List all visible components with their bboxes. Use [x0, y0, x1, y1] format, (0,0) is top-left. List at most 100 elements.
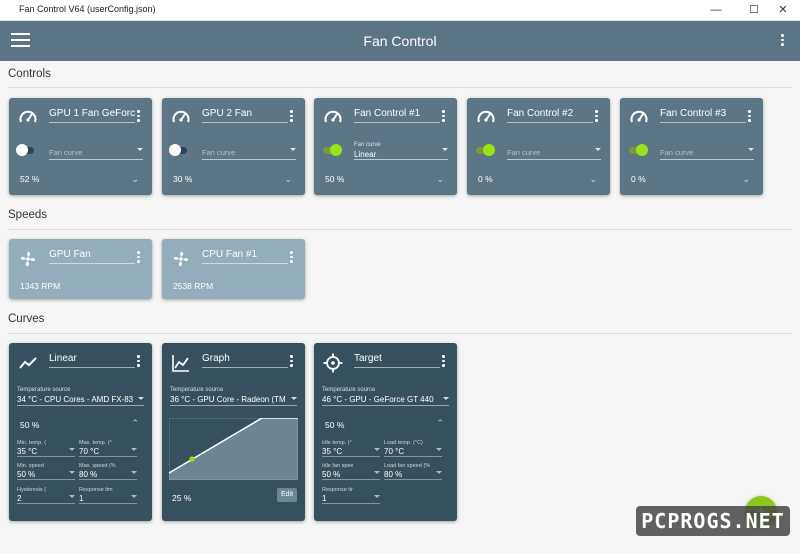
more-options-icon[interactable]: [290, 110, 293, 124]
enable-toggle[interactable]: [16, 144, 34, 156]
field-label: Response tir: [322, 487, 353, 493]
control-name[interactable]: Fan Control #3: [660, 108, 746, 123]
section-title-controls: Controls: [8, 68, 51, 80]
enable-toggle[interactable]: [169, 144, 187, 156]
curve-name[interactable]: Target: [354, 353, 440, 368]
max-speed-field[interactable]: Max. speed (% 80 %: [79, 463, 137, 480]
more-options-icon[interactable]: [748, 110, 751, 124]
control-name[interactable]: Fan Control #1: [354, 108, 440, 123]
more-options-icon[interactable]: [781, 34, 785, 48]
curve-name[interactable]: Graph: [202, 353, 288, 368]
more-options-icon[interactable]: [442, 355, 445, 369]
temperature-source-select[interactable]: Temperature source 34 °C - CPU Cores - A…: [17, 386, 144, 406]
enable-toggle[interactable]: [323, 144, 342, 156]
enable-toggle[interactable]: [476, 144, 495, 156]
hysteresis-field[interactable]: Hysteresis ( 2: [17, 487, 75, 504]
dropdown-caret-icon: [69, 495, 75, 498]
temperature-source-select[interactable]: Temperature source 36 °C - GPU Core - Ra…: [170, 386, 297, 406]
temperature-source-select[interactable]: Temperature source 46 °C - GPU - GeForce…: [322, 386, 449, 406]
chevron-down-icon[interactable]: ⌄: [742, 174, 750, 185]
control-card-gpu2[interactable]: GPU 2 Fan Fan curve 30 % ⌄: [162, 98, 305, 195]
fan-curve-select[interactable]: Fan curve: [660, 141, 754, 160]
curve-card-graph[interactable]: Graph Temperature source 36 °C - GPU Cor…: [162, 343, 305, 521]
control-percent: 0 %: [478, 174, 493, 184]
dropdown-caret-icon: [131, 495, 137, 498]
idle-speed-field[interactable]: Idle fan spee 50 %: [322, 463, 380, 480]
dropdown-caret-icon: [131, 448, 137, 451]
more-options-icon[interactable]: [137, 110, 140, 124]
fan-curve-graph[interactable]: [169, 418, 298, 480]
more-options-icon[interactable]: [290, 355, 293, 369]
control-card-fc1[interactable]: Fan Control #1 Fan curve Linear 50 % ⌄: [314, 98, 457, 195]
more-options-icon[interactable]: [442, 110, 445, 124]
field-label: Min. speed: [17, 463, 44, 469]
chevron-down-icon[interactable]: ⌄: [589, 174, 597, 185]
field-label: Idle temp. (°: [322, 440, 352, 446]
min-speed-field[interactable]: Min. speed 50 %: [17, 463, 75, 480]
current-point[interactable]: [189, 456, 195, 462]
curve-card-linear[interactable]: Linear Temperature source 34 °C - CPU Co…: [9, 343, 152, 521]
chevron-down-icon[interactable]: ⌄: [436, 174, 444, 185]
rpm-value: 2538 RPM: [173, 281, 214, 291]
fan-curve-select[interactable]: Fan curve: [202, 141, 296, 160]
speed-name[interactable]: CPU Fan #1: [202, 249, 288, 264]
chevron-up-icon[interactable]: ⌃: [131, 418, 139, 429]
dropdown-caret-icon: [436, 448, 442, 451]
control-name[interactable]: Fan Control #2: [507, 108, 593, 123]
field-value: 50 %: [17, 470, 36, 479]
field-value: 80 %: [384, 470, 403, 479]
speedometer-icon: [630, 110, 648, 123]
more-options-icon[interactable]: [137, 251, 140, 265]
divider: [8, 229, 792, 230]
field-label: Response tim: [79, 487, 113, 493]
edit-button[interactable]: Edit: [277, 488, 297, 502]
minimize-button[interactable]: —: [703, 0, 729, 20]
fan-icon: [20, 251, 36, 267]
dropdown-caret-icon: [595, 148, 601, 151]
chevron-up-icon[interactable]: ⌃: [436, 418, 444, 429]
enable-toggle[interactable]: [629, 144, 648, 156]
more-options-icon[interactable]: [595, 110, 598, 124]
control-card-fc3[interactable]: Fan Control #3 Fan curve 0 % ⌄: [620, 98, 763, 195]
fan-curve-placeholder: Fan curve: [507, 148, 541, 157]
temperature-source-label: Temperature source: [170, 387, 224, 393]
idle-temp-field[interactable]: Idle temp. (° 35 °C: [322, 440, 380, 457]
speed-name[interactable]: GPU Fan: [49, 249, 135, 264]
speedometer-icon: [477, 110, 495, 123]
curve-name[interactable]: Linear: [49, 353, 135, 368]
more-options-icon[interactable]: [137, 355, 140, 369]
temperature-source-value: 36 °C - GPU Core - Radeon (TM: [170, 395, 286, 404]
min-temp-field[interactable]: Min. temp. ( 35 °C: [17, 440, 75, 457]
response-time-field[interactable]: Response tim 1: [79, 487, 137, 504]
speedometer-icon: [324, 110, 342, 123]
speed-card-cpu-fan[interactable]: CPU Fan #1 2538 RPM: [162, 239, 305, 299]
maximize-button[interactable]: ☐: [741, 0, 767, 20]
fan-curve-select[interactable]: Fan curve: [49, 141, 143, 160]
field-value: 35 °C: [17, 447, 38, 456]
field-value: 70 °C: [384, 447, 405, 456]
max-temp-field[interactable]: Max. temp. (° 70 °C: [79, 440, 137, 457]
fan-curve-select[interactable]: Fan curve Linear: [354, 141, 448, 160]
fan-curve-label: Fan curve: [354, 142, 381, 148]
fan-curve-select[interactable]: Fan curve: [507, 141, 601, 160]
curve-card-target[interactable]: Target Temperature source 46 °C - GPU - …: [314, 343, 457, 521]
more-options-icon[interactable]: [290, 251, 293, 265]
close-button[interactable]: ✕: [770, 0, 796, 20]
field-value: 50 %: [322, 470, 341, 479]
speed-card-gpu-fan[interactable]: GPU Fan 1343 RPM: [9, 239, 152, 299]
divider: [8, 333, 792, 334]
control-card-gpu1[interactable]: GPU 1 Fan GeForce Fan curve 52 % ⌄: [9, 98, 152, 195]
load-temp-field[interactable]: Load temp. (°C) 70 °C: [384, 440, 442, 457]
load-speed-field[interactable]: Load fan speed (% 80 %: [384, 463, 442, 480]
control-name[interactable]: GPU 2 Fan: [202, 108, 288, 123]
dropdown-caret-icon: [69, 448, 75, 451]
control-name[interactable]: GPU 1 Fan GeForce: [49, 108, 135, 123]
section-title-speeds: Speeds: [8, 209, 48, 221]
chevron-down-icon[interactable]: ⌄: [284, 174, 292, 185]
chevron-down-icon[interactable]: ⌄: [131, 174, 139, 185]
response-time-field[interactable]: Response tir 1: [322, 487, 380, 504]
control-percent: 0 %: [631, 174, 646, 184]
control-percent: 50 %: [325, 174, 345, 184]
control-card-fc2[interactable]: Fan Control #2 Fan curve 0 % ⌄: [467, 98, 610, 195]
graph-chart-icon: [172, 355, 189, 372]
